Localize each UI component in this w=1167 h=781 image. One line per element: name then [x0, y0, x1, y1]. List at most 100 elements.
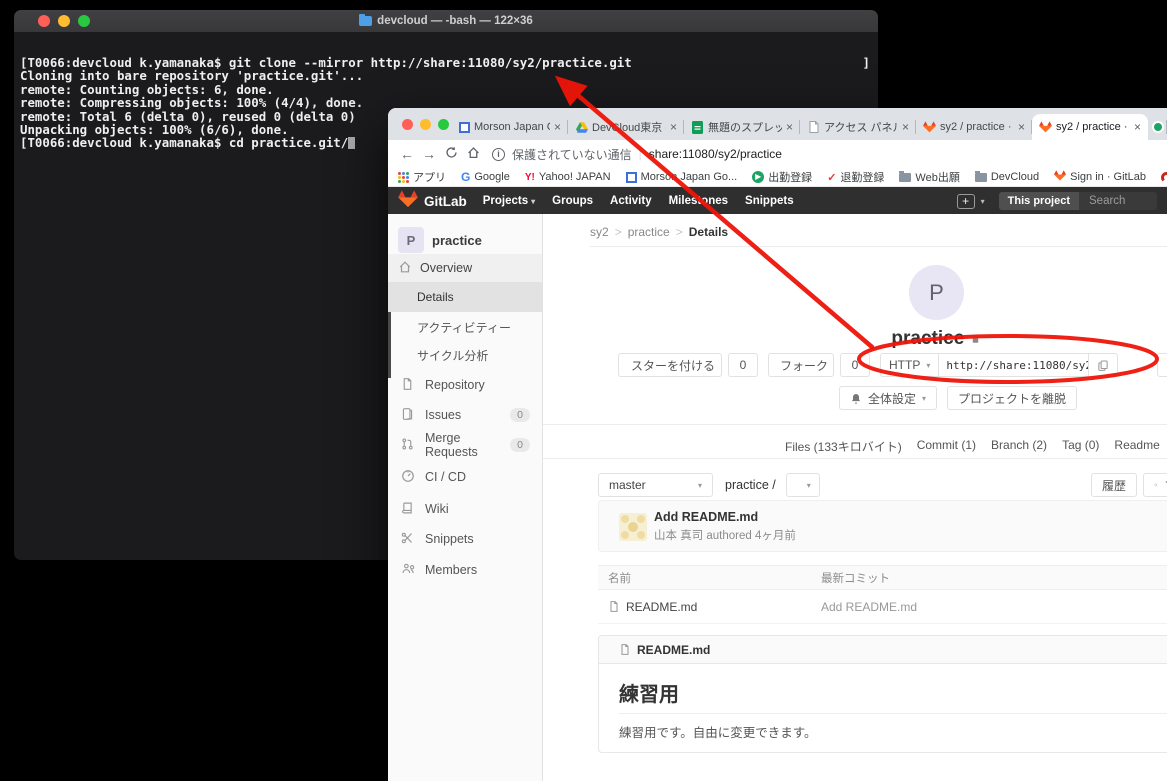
branch-select[interactable]: master▾ [598, 473, 713, 497]
sidebar-item-ci-cd[interactable]: CI / CD [388, 464, 542, 490]
sidebar-item-repository[interactable]: Repository [388, 372, 542, 398]
star-button[interactable]: スターを付ける [618, 353, 722, 377]
tab-close-icon[interactable]: × [670, 120, 677, 134]
star-count[interactable]: 0 [728, 353, 758, 377]
nav-projects[interactable]: Projects▾ [483, 195, 535, 207]
sidebar-item-members[interactable]: Members [388, 557, 542, 583]
zoom-button[interactable] [438, 119, 449, 130]
search-scope-chip[interactable]: This project [999, 192, 1079, 210]
tab-access-panel[interactable]: アクセス パネル ア × [800, 114, 916, 140]
back-icon[interactable]: ← [396, 146, 418, 162]
play-icon: ▶ [752, 171, 764, 183]
sidebar-item-overview[interactable]: Overview [388, 254, 542, 282]
sidebar-item-details[interactable]: Details [388, 282, 542, 312]
fork-count[interactable]: 0 [840, 353, 870, 377]
file-link[interactable]: README.md [598, 600, 821, 614]
find-file-button[interactable]: ファ [1143, 473, 1167, 497]
sidebar-item-cycle-analytics[interactable]: サイクル分析 [388, 342, 542, 368]
home-icon[interactable] [462, 146, 484, 162]
bookmark-apps[interactable]: アプリ [398, 169, 446, 185]
bookmark-redmine[interactable]: Redmine [1161, 171, 1167, 183]
close-button[interactable] [38, 15, 50, 27]
fork-button[interactable]: フォーク [768, 353, 834, 377]
nav-activity[interactable]: Activity [610, 195, 652, 207]
tab-spreadsheet[interactable]: 無題のスプレッドシ × [684, 114, 800, 140]
sidebar-item-wiki[interactable]: Wiki [388, 496, 542, 522]
bookmark-morson[interactable]: Morson Japan Go... [626, 171, 738, 183]
terminal-titlebar[interactable]: devcloud — -bash — 122×36 [14, 10, 878, 32]
forward-icon[interactable]: → [418, 146, 440, 162]
tab-gitlab-practice-active[interactable]: sy2 / practice · Git × [1032, 114, 1148, 140]
new-file-button[interactable]: ▾ [786, 473, 820, 497]
stat-tags[interactable]: Tag (0) [1062, 438, 1099, 455]
info-icon[interactable]: i [492, 148, 505, 161]
table-row[interactable]: README.md Add README.md [598, 590, 1167, 624]
tab-close-icon[interactable]: × [1134, 120, 1141, 134]
breadcrumb-group[interactable]: sy2 [590, 225, 609, 239]
tab-close-icon[interactable]: × [902, 120, 909, 134]
bookmark-clock-in[interactable]: ▶出勤登録 [752, 169, 812, 185]
sidebar-item-issues[interactable]: Issues 0 [388, 402, 542, 428]
search-input[interactable]: Search [1079, 192, 1157, 210]
nav-groups[interactable]: Groups [552, 195, 593, 207]
bookmark-devcloud-folder[interactable]: DevCloud [975, 171, 1039, 183]
partial-button[interactable] [1157, 353, 1167, 377]
bookmark-gitlab[interactable]: Sign in · GitLab [1054, 170, 1146, 184]
divider [543, 458, 1167, 459]
home-icon [398, 260, 412, 277]
sidebar-project-header[interactable]: P practice [388, 222, 542, 258]
minimize-button[interactable] [420, 119, 431, 130]
gitlab-header-right: + ▾ This project Search [957, 192, 1157, 210]
bookmark-yahoo[interactable]: Y!Yahoo! JAPAN [525, 171, 611, 183]
stat-commits[interactable]: Commit (1) [917, 438, 976, 455]
breadcrumb-project[interactable]: practice [628, 225, 670, 239]
protocol-select[interactable]: HTTP▾ [880, 353, 939, 377]
tree-path: practice / [725, 478, 776, 492]
chevron-down-icon: ▾ [926, 361, 930, 370]
stat-files[interactable]: Files (133キロバイト) [785, 438, 902, 455]
reload-icon[interactable] [440, 146, 462, 162]
sidebar-item-merge-requests[interactable]: Merge Requests 0 [388, 432, 542, 458]
clone-url-input[interactable]: http://share:11080/sy2/practi [939, 353, 1089, 377]
copy-clone-url-button[interactable] [1089, 353, 1118, 377]
tab-morson[interactable]: Morson Japan Go × [452, 114, 568, 140]
nav-snippets[interactable]: Snippets [745, 195, 794, 207]
commit-meta: 山本 真司 authored 4ヶ月前 [654, 527, 796, 543]
leave-project-button[interactable]: プロジェクトを離脱 [947, 386, 1077, 410]
gitlab-brand[interactable]: GitLab [424, 194, 467, 209]
readme-body: 練習用です。自由に変更できます。 [619, 722, 817, 741]
tab-partial[interactable] [1152, 114, 1167, 140]
sidebar-item-activity[interactable]: アクティビティー [388, 312, 542, 342]
new-menu-button[interactable]: + [957, 194, 975, 209]
history-button[interactable]: 履歴 [1091, 473, 1137, 497]
commit-title-link[interactable]: Add README.md [654, 510, 758, 524]
omnibox[interactable]: i 保護されていない通信 | share:11080/sy2/practice [492, 146, 782, 163]
tree-right-controls: 履歴 ファ [1091, 473, 1167, 497]
gauge-icon [400, 469, 415, 486]
gitlab-logo-icon[interactable] [398, 190, 418, 213]
close-button[interactable] [402, 119, 413, 130]
chevron-down-icon: ▾ [531, 197, 535, 206]
readme-heading: 練習用 [619, 678, 679, 707]
path-project[interactable]: practice [725, 478, 769, 492]
stat-readme[interactable]: Readme [1114, 438, 1159, 455]
tab-devcloud-drive[interactable]: DevCloud東京 - G × [568, 114, 684, 140]
bookmark-clock-out[interactable]: ✓退勤登録 [827, 169, 884, 185]
bookmark-google[interactable]: GGoogle [461, 170, 510, 184]
notification-settings-button[interactable]: 全体設定 ▾ [839, 386, 937, 410]
file-last-commit-link[interactable]: Add README.md [821, 600, 917, 614]
clipboard-icon [1097, 359, 1109, 372]
readme-header[interactable]: README.md [599, 636, 1167, 664]
zoom-button[interactable] [78, 15, 90, 27]
bookmark-web-folder[interactable]: Web出願 [899, 169, 959, 185]
minimize-button[interactable] [58, 15, 70, 27]
chevron-down-icon[interactable]: ▾ [981, 197, 985, 206]
book-icon [400, 501, 415, 518]
nav-milestones[interactable]: Milestones [669, 195, 728, 207]
tab-close-icon[interactable]: × [786, 120, 793, 134]
tab-close-icon[interactable]: × [554, 120, 561, 134]
tab-gitlab-practice[interactable]: sy2 / practice · Git × [916, 114, 1032, 140]
sidebar-item-snippets[interactable]: Snippets [388, 526, 542, 552]
tab-close-icon[interactable]: × [1018, 120, 1025, 134]
stat-branches[interactable]: Branch (2) [991, 438, 1047, 455]
